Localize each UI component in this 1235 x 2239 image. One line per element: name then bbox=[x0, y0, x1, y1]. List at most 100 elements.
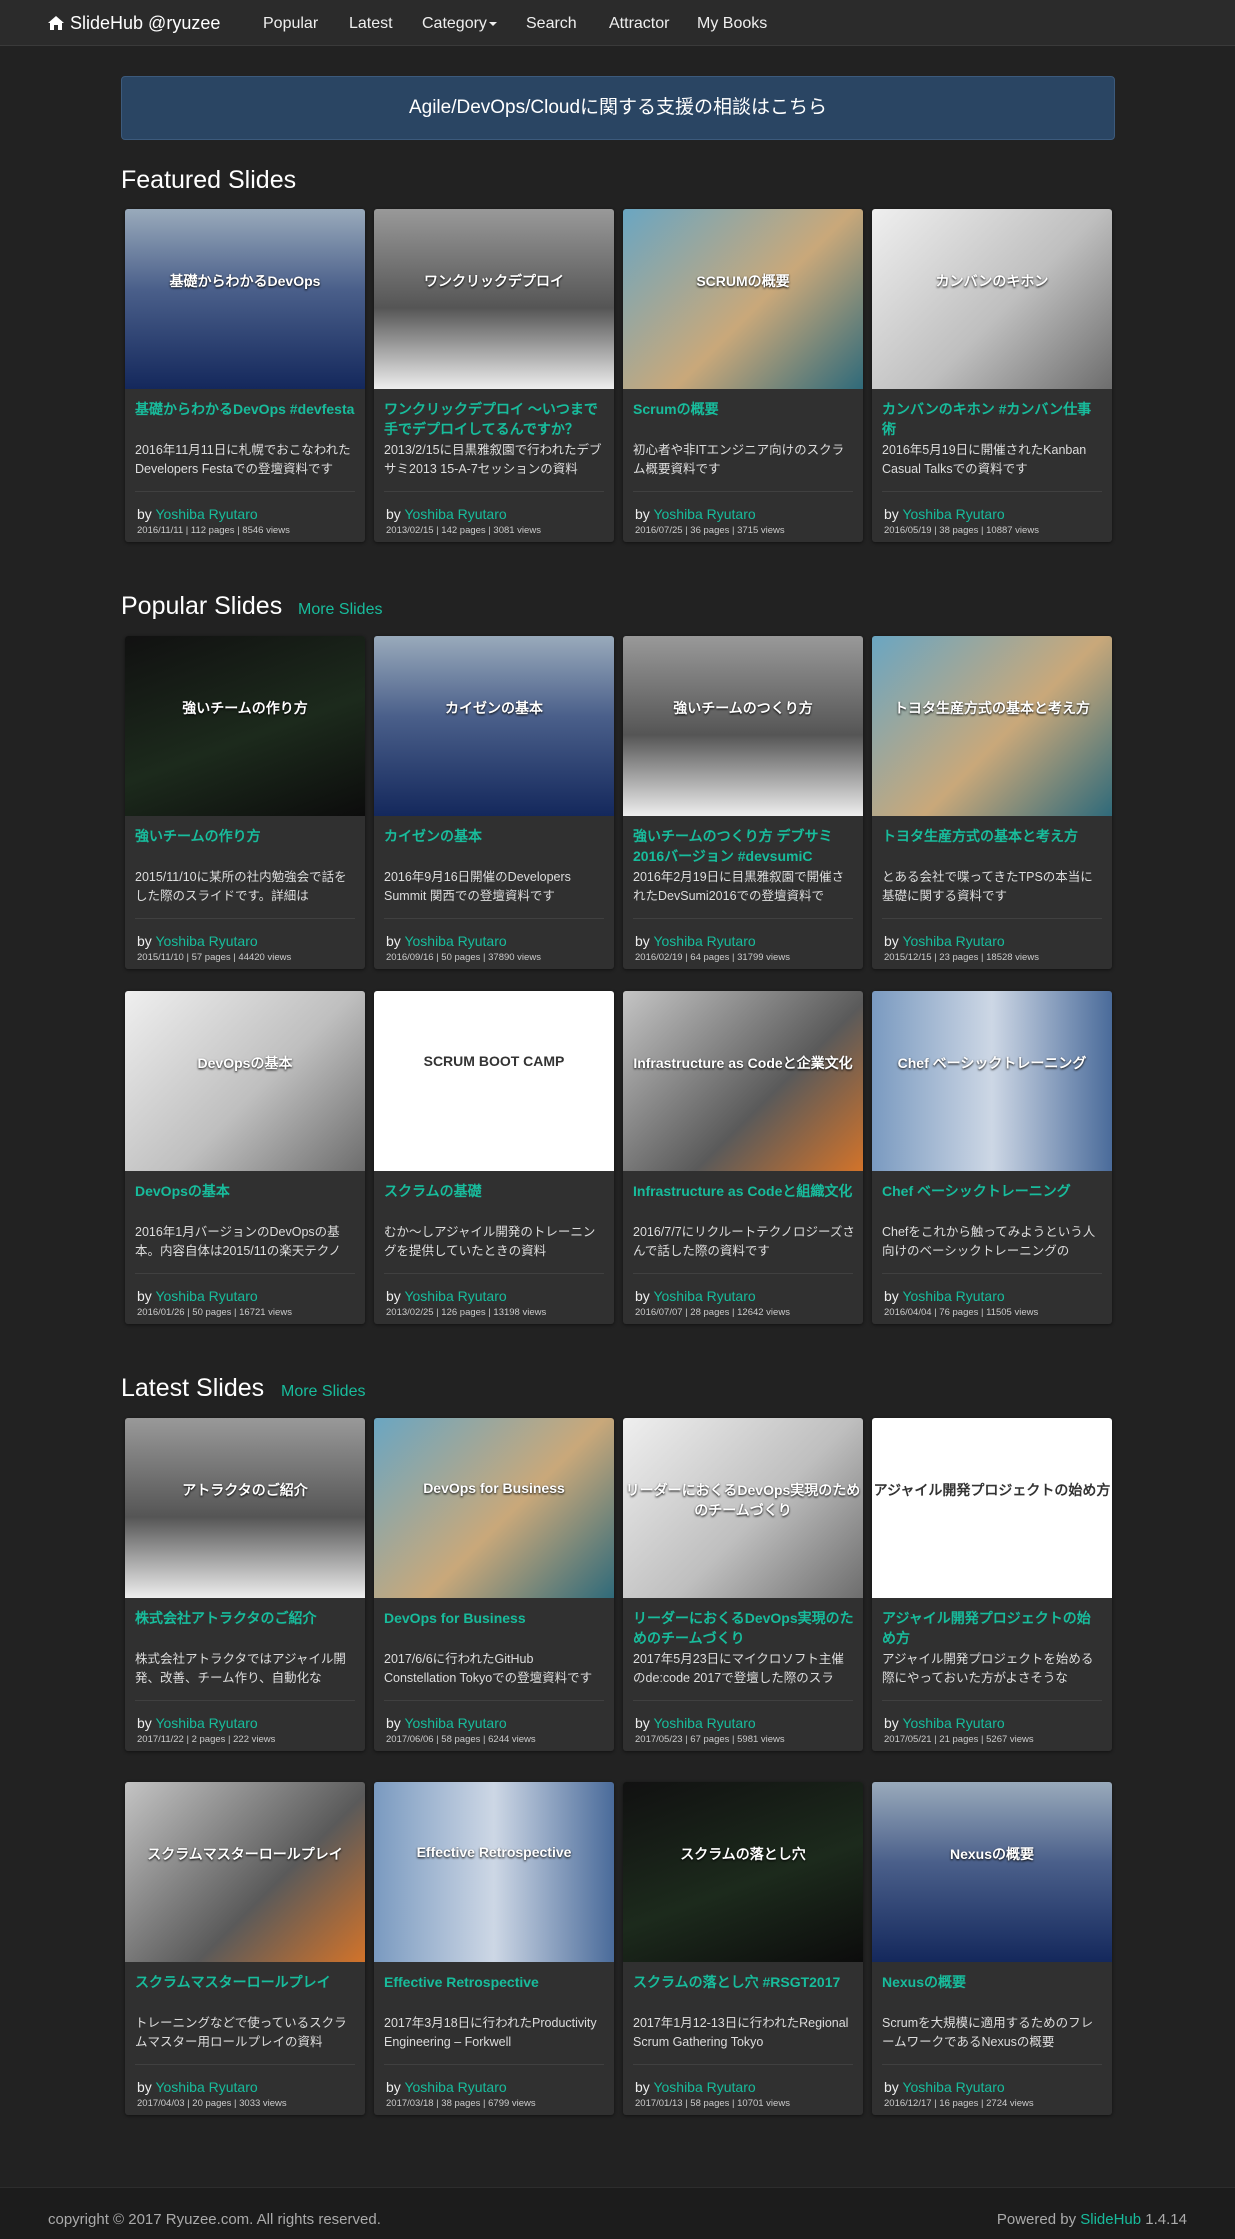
slide-card[interactable]: カンバンのキホン カンバンのキホン #カンバン仕事術 2016年5月19日に開催され… bbox=[872, 209, 1112, 542]
author-link[interactable]: Yoshiba Ryutaro bbox=[653, 1715, 755, 1731]
slide-thumbnail[interactable]: 強いチームのつくり方 bbox=[623, 636, 863, 816]
slide-card[interactable]: SCRUM BOOT CAMP スクラムの基礎 むか〜しアジャイル開発のトレーニング… bbox=[374, 991, 614, 1324]
slide-title-link[interactable]: カンバンのキホン #カンバン仕事術 bbox=[882, 399, 1104, 443]
slide-title-link[interactable]: リーダーにおくるDevOps実現のためのチームづくり bbox=[633, 1608, 855, 1652]
slide-card[interactable]: スクラムの落とし穴 スクラムの落とし穴 #RSGT2017 2017年1月12-13… bbox=[623, 1782, 863, 2115]
slide-title-link[interactable]: トヨタ生産方式の基本と考え方 bbox=[882, 826, 1104, 870]
slide-byline: by Yoshiba Ryutaro bbox=[635, 506, 756, 522]
slide-title-link[interactable]: 強いチームの作り方 bbox=[135, 826, 357, 870]
slide-title-link[interactable]: アジャイル開発プロジェクトの始め方 bbox=[882, 1608, 1104, 1652]
slide-title-link[interactable]: Scrumの概要 bbox=[633, 399, 855, 443]
slide-title-link[interactable]: Chef ベーシックトレーニング bbox=[882, 1181, 1104, 1225]
author-link[interactable]: Yoshiba Ryutaro bbox=[155, 2079, 257, 2095]
author-link[interactable]: Yoshiba Ryutaro bbox=[902, 1715, 1004, 1731]
slidehub-link[interactable]: SlideHub bbox=[1080, 2211, 1141, 2228]
author-link[interactable]: Yoshiba Ryutaro bbox=[902, 506, 1004, 522]
author-link[interactable]: Yoshiba Ryutaro bbox=[404, 933, 506, 949]
author-link[interactable]: Yoshiba Ryutaro bbox=[653, 506, 755, 522]
author-link[interactable]: Yoshiba Ryutaro bbox=[155, 933, 257, 949]
slide-thumbnail[interactable]: カイゼンの基本 bbox=[374, 636, 614, 816]
nav-category[interactable]: Category bbox=[422, 15, 497, 33]
slide-card[interactable]: カイゼンの基本 カイゼンの基本 2016年9月16日開催のDevelopers Su… bbox=[374, 636, 614, 969]
author-link[interactable]: Yoshiba Ryutaro bbox=[902, 933, 1004, 949]
by-label: by bbox=[137, 1715, 156, 1731]
slide-byline: by Yoshiba Ryutaro bbox=[635, 2079, 756, 2095]
slide-card[interactable]: DevOpsの基本 DevOpsの基本 2016年1月バージョンのDevOpsの基本… bbox=[125, 991, 365, 1324]
nav-search[interactable]: Search bbox=[526, 15, 577, 33]
slide-thumbnail[interactable]: スクラムの落とし穴 bbox=[623, 1782, 863, 1962]
slide-title-link[interactable]: Effective Retrospective bbox=[384, 1972, 606, 2016]
slide-card[interactable]: 基礎からわかるDevOps 基礎からわかるDevOps #devfesta 2016… bbox=[125, 209, 365, 542]
author-link[interactable]: Yoshiba Ryutaro bbox=[155, 1715, 257, 1731]
slide-description: 初心者や非ITエンジニア向けのスクラム概要資料です bbox=[633, 443, 845, 476]
slide-title-link[interactable]: 基礎からわかるDevOps #devfesta bbox=[135, 399, 357, 443]
slide-title-link[interactable]: スクラムの基礎 bbox=[384, 1181, 606, 1225]
slide-card[interactable]: ワンクリックデプロイワンクリックデプロイ 〜いつまで手でデプロイしてるんですか？… bbox=[374, 209, 614, 542]
slide-card[interactable]: Nexusの概要 Nexusの概要 Scrumを大規模に適用するためのフレームワーク… bbox=[872, 1782, 1112, 2115]
author-link[interactable]: Yoshiba Ryutaro bbox=[404, 506, 506, 522]
slide-thumbnail[interactable]: アトラクタのご紹介 bbox=[125, 1418, 365, 1598]
nav-attractor[interactable]: Attractor bbox=[609, 15, 669, 33]
slide-card[interactable]: リーダーにおくるDevOps実現のためのチームづくりリーダーにおくるDevOps… bbox=[623, 1418, 863, 1751]
slide-card[interactable]: Infrastructure as Codeと企業文化 Infrastructur… bbox=[623, 991, 863, 1324]
nav-latest[interactable]: Latest bbox=[349, 15, 393, 33]
slide-thumbnail[interactable]: トヨタ生産方式の基本と考え方 bbox=[872, 636, 1112, 816]
popular-more-link[interactable]: More Slides bbox=[298, 601, 382, 619]
slide-card[interactable]: 強いチームの作り方 強いチームの作り方 2015/11/10に某所の社内勉強会で話を… bbox=[125, 636, 365, 969]
author-link[interactable]: Yoshiba Ryutaro bbox=[902, 1288, 1004, 1304]
card-divider bbox=[633, 1700, 853, 1701]
consulting-banner[interactable]: Agile/DevOps/Cloudに関する支援の相談はこちら bbox=[121, 76, 1115, 140]
latest-more-link[interactable]: More Slides bbox=[281, 1383, 365, 1401]
slide-thumbnail[interactable]: スクラムマスターロールプレイ bbox=[125, 1782, 365, 1962]
slide-card[interactable]: Effective Retrospective Effective Retrosp… bbox=[374, 1782, 614, 2115]
slide-thumbnail[interactable]: DevOpsの基本 bbox=[125, 991, 365, 1171]
author-link[interactable]: Yoshiba Ryutaro bbox=[653, 2079, 755, 2095]
author-link[interactable]: Yoshiba Ryutaro bbox=[404, 1288, 506, 1304]
author-link[interactable]: Yoshiba Ryutaro bbox=[653, 1288, 755, 1304]
slide-thumbnail[interactable]: リーダーにおくるDevOps実現のためのチームづくり bbox=[623, 1418, 863, 1598]
brand-link[interactable]: SlideHub @ryuzee bbox=[48, 13, 220, 34]
nav-popular[interactable]: Popular bbox=[263, 15, 318, 33]
slide-title-link[interactable]: DevOps for Business bbox=[384, 1608, 606, 1652]
slide-card[interactable]: DevOps for Business DevOps for Business 20… bbox=[374, 1418, 614, 1751]
slide-thumbnail[interactable]: SCRUMの概要 bbox=[623, 209, 863, 389]
slide-thumbnail[interactable]: 強いチームの作り方 bbox=[125, 636, 365, 816]
slide-thumbnail[interactable]: ワンクリックデプロイ bbox=[374, 209, 614, 389]
nav-my-books[interactable]: My Books bbox=[697, 15, 767, 33]
author-link[interactable]: Yoshiba Ryutaro bbox=[404, 1715, 506, 1731]
slide-title-link[interactable]: スクラムの落とし穴 #RSGT2017 bbox=[633, 1972, 855, 2016]
slide-card[interactable]: トヨタ生産方式の基本と考え方 トヨタ生産方式の基本と考え方 とある会社で喋ってきたT… bbox=[872, 636, 1112, 969]
slide-title-link[interactable]: DevOpsの基本 bbox=[135, 1181, 357, 1225]
slide-thumbnail[interactable]: 基礎からわかるDevOps bbox=[125, 209, 365, 389]
slide-card[interactable]: 強いチームのつくり方強いチームのつくり方 デブサミ2016バージョン #devs… bbox=[623, 636, 863, 969]
author-link[interactable]: Yoshiba Ryutaro bbox=[155, 506, 257, 522]
by-label: by bbox=[137, 1288, 156, 1304]
author-link[interactable]: Yoshiba Ryutaro bbox=[404, 2079, 506, 2095]
card-divider bbox=[384, 1273, 604, 1274]
author-link[interactable]: Yoshiba Ryutaro bbox=[902, 2079, 1004, 2095]
slide-thumbnail[interactable]: Infrastructure as Codeと企業文化 bbox=[623, 991, 863, 1171]
slide-title-link[interactable]: 株式会社アトラクタのご紹介 bbox=[135, 1608, 357, 1652]
slide-card[interactable]: アジャイル開発プロジェクトの始め方 アジャイル開発プロジェクトの始め方 アジャイル開… bbox=[872, 1418, 1112, 1751]
slide-title-link[interactable]: Infrastructure as Codeと組織文化 bbox=[633, 1181, 855, 1225]
slide-thumbnail[interactable]: アジャイル開発プロジェクトの始め方 bbox=[872, 1418, 1112, 1598]
navbar: SlideHub @ryuzee Popular Latest Category… bbox=[0, 0, 1235, 46]
author-link[interactable]: Yoshiba Ryutaro bbox=[653, 933, 755, 949]
slide-title-link[interactable]: スクラムマスターロールプレイ bbox=[135, 1972, 357, 2016]
slide-card[interactable]: Chef ベーシックトレーニング Chef ベーシックトレーニング Chefをこれか… bbox=[872, 991, 1112, 1324]
slide-thumbnail[interactable]: カンバンのキホン bbox=[872, 209, 1112, 389]
author-link[interactable]: Yoshiba Ryutaro bbox=[155, 1288, 257, 1304]
slide-card[interactable]: アトラクタのご紹介 株式会社アトラクタのご紹介 株式会社アトラクタではアジャイル開発… bbox=[125, 1418, 365, 1751]
slide-thumbnail[interactable]: Chef ベーシックトレーニング bbox=[872, 991, 1112, 1171]
slide-card[interactable]: スクラムマスターロールプレイ スクラムマスターロールプレイ トレーニングなどで使って… bbox=[125, 1782, 365, 2115]
slide-thumbnail[interactable]: Nexusの概要 bbox=[872, 1782, 1112, 1962]
slide-title-link[interactable]: カイゼンの基本 bbox=[384, 826, 606, 870]
slide-title-link[interactable]: 強いチームのつくり方 デブサミ2016バージョン #devsumiC bbox=[633, 826, 855, 870]
slide-thumbnail[interactable]: DevOps for Business bbox=[374, 1418, 614, 1598]
slide-title-link[interactable]: ワンクリックデプロイ 〜いつまで手でデプロイしてるんですか？ #devsumiA bbox=[384, 399, 606, 443]
slide-card[interactable]: SCRUMの概要 Scrumの概要 初心者や非ITエンジニア向けのスクラム概要資料で… bbox=[623, 209, 863, 542]
slide-byline: by Yoshiba Ryutaro bbox=[137, 1288, 258, 1304]
slide-thumbnail[interactable]: SCRUM BOOT CAMP bbox=[374, 991, 614, 1171]
slide-title-link[interactable]: Nexusの概要 bbox=[882, 1972, 1104, 2016]
slide-thumbnail[interactable]: Effective Retrospective bbox=[374, 1782, 614, 1962]
